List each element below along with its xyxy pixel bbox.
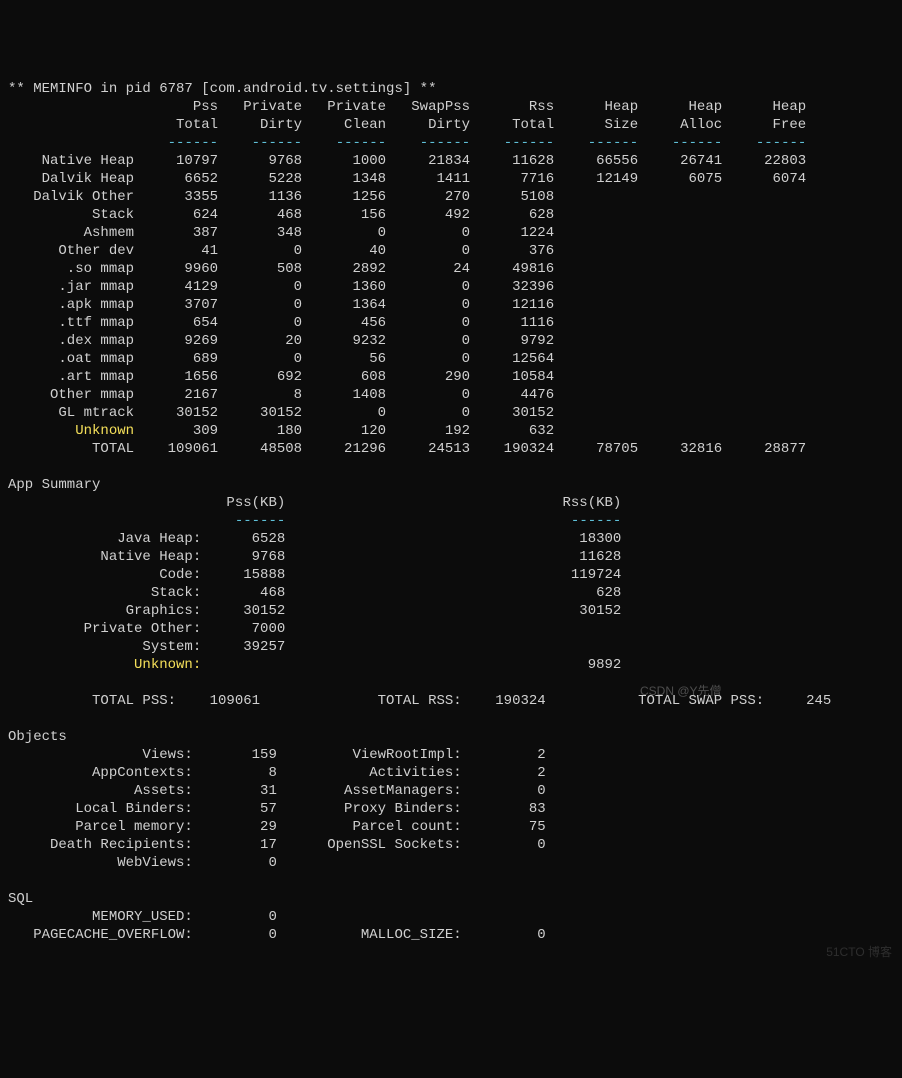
app-summary-title: App Summary: [8, 477, 100, 493]
mem-row: .art mmap 1656 692 608 290 10584: [8, 369, 806, 385]
mem-row: Stack 624 468 156 492 628: [8, 207, 806, 223]
app-summary-row: Code: 15888 119724: [8, 567, 621, 583]
mem-row: Dalvik Heap 6652 5228 1348 1411 7716 121…: [8, 171, 806, 187]
app-summary-row: Graphics: 30152 30152: [8, 603, 621, 619]
objects-row: Death Recipients: 17 OpenSSL Sockets: 0: [8, 837, 546, 853]
mem-row: .dex mmap 9269 20 9232 0 9792: [8, 333, 806, 349]
sql-title: SQL: [8, 891, 33, 907]
app-summary-row: System: 39257: [8, 639, 621, 655]
mem-row: Dalvik Other 3355 1136 1256 270 5108: [8, 189, 806, 205]
objects-row: Parcel memory: 29 Parcel count: 75: [8, 819, 546, 835]
terminal-output: ** MEMINFO in pid 6787 [com.android.tv.s…: [8, 80, 902, 944]
objects-title: Objects: [8, 729, 67, 745]
mem-row: .apk mmap 3707 0 1364 0 12116: [8, 297, 806, 313]
sql-row: MEMORY_USED: 0: [8, 909, 546, 925]
mem-row: GL mtrack 30152 30152 0 0 30152: [8, 405, 806, 421]
objects-row: AppContexts: 8 Activities: 2: [8, 765, 546, 781]
app-summary-row: Stack: 468 628: [8, 585, 621, 601]
mem-row: Other dev 41 0 40 0 376: [8, 243, 806, 259]
app-summary-row: Native Heap: 9768 11628: [8, 549, 621, 565]
objects-row: WebViews: 0: [8, 855, 546, 871]
mem-row: .jar mmap 4129 0 1360 0 32396: [8, 279, 806, 295]
watermark-51cto: 51CTO 博客: [826, 943, 892, 961]
objects-row: Assets: 31 AssetManagers: 0: [8, 783, 546, 799]
sql-row: PAGECACHE_OVERFLOW: 0 MALLOC_SIZE: 0: [8, 927, 546, 943]
mem-row: Native Heap 10797 9768 1000 21834 11628 …: [8, 153, 806, 169]
mem-row: TOTAL 109061 48508 21296 24513 190324 78…: [8, 441, 806, 457]
mem-row: Ashmem 387 348 0 0 1224: [8, 225, 806, 241]
app-summary-row: Java Heap: 6528 18300: [8, 531, 621, 547]
title-line: ** MEMINFO in pid 6787 [com.android.tv.s…: [8, 81, 436, 97]
app-summary-totals: TOTAL PSS: 109061 TOTAL RSS: 190324 TOTA…: [8, 693, 831, 709]
mem-row: Unknown 309 180 120 192 632: [8, 423, 806, 439]
mem-row: .oat mmap 689 0 56 0 12564: [8, 351, 806, 367]
mem-row: Other mmap 2167 8 1408 0 4476: [8, 387, 806, 403]
app-summary-row: Unknown: 9892: [8, 657, 621, 673]
mem-row: .ttf mmap 654 0 456 0 1116: [8, 315, 806, 331]
app-summary-row: Private Other: 7000: [8, 621, 621, 637]
mem-row: .so mmap 9960 508 2892 24 49816: [8, 261, 806, 277]
objects-row: Views: 159 ViewRootImpl: 2: [8, 747, 546, 763]
objects-row: Local Binders: 57 Proxy Binders: 83: [8, 801, 546, 817]
